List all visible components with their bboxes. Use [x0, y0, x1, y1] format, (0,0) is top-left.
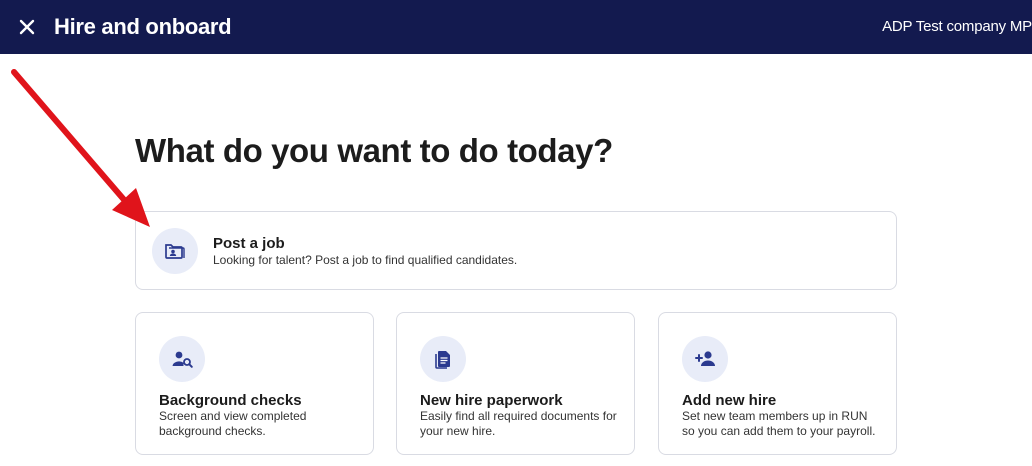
- close-icon: [19, 19, 35, 35]
- background-checks-card[interactable]: Background checks Screen and view comple…: [135, 312, 374, 455]
- new-hire-paperwork-card[interactable]: New hire paperwork Easily find all requi…: [396, 312, 635, 455]
- person-add-icon: [695, 351, 715, 366]
- background-checks-title: Background checks: [159, 392, 302, 409]
- post-a-job-title: Post a job: [213, 235, 285, 252]
- post-job-icon-wrap: [152, 228, 198, 274]
- background-checks-description: Screen and view completed background che…: [159, 409, 307, 438]
- post-a-job-description: Looking for talent? Post a job to find q…: [213, 253, 518, 267]
- add-new-hire-card[interactable]: Add new hire Set new team members up in …: [658, 312, 897, 455]
- post-a-job-card[interactable]: Post a job Looking for talent? Post a jo…: [135, 211, 897, 290]
- person-search-icon: [172, 351, 193, 368]
- document-icon: [435, 351, 450, 369]
- app-header: Hire and onboard ADP Test company MP: [0, 0, 1032, 54]
- paperwork-icon-wrap: [420, 336, 466, 382]
- add-new-hire-icon-wrap: [682, 336, 728, 382]
- new-hire-paperwork-description: Easily find all required documents for y…: [420, 409, 617, 438]
- main-heading: What do you want to do today?: [135, 132, 613, 169]
- background-checks-icon-wrap: [159, 336, 205, 382]
- add-new-hire-title: Add new hire: [682, 392, 777, 409]
- page-title: Hire and onboard: [54, 14, 232, 39]
- close-button[interactable]: [14, 14, 40, 40]
- add-new-hire-description: Set new team members up in RUN so you ca…: [682, 409, 876, 438]
- company-name[interactable]: ADP Test company MP: [882, 18, 1032, 35]
- folder-person-icon: [165, 244, 185, 259]
- new-hire-paperwork-title: New hire paperwork: [420, 392, 563, 409]
